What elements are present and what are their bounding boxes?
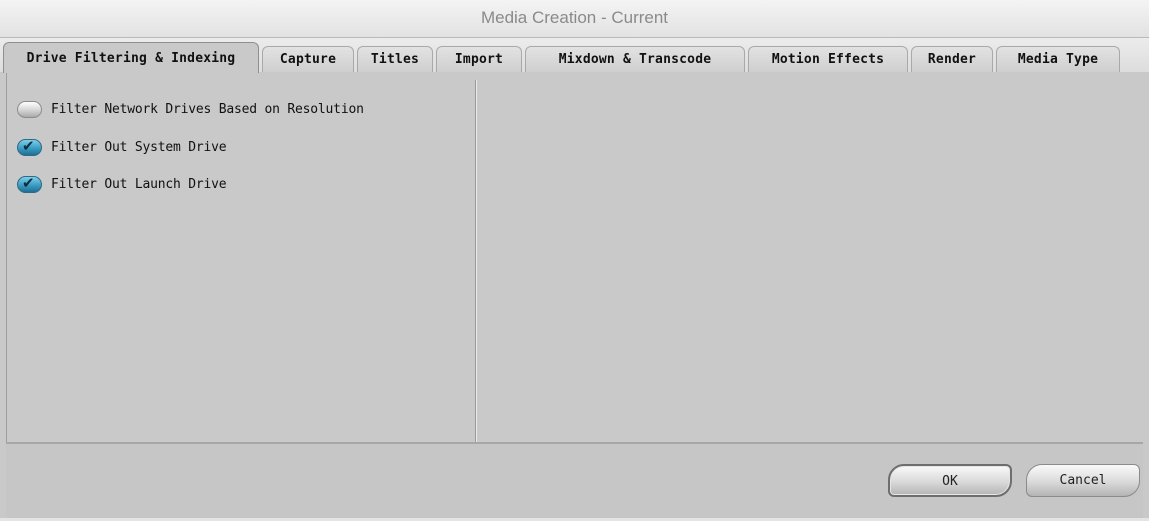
option-filter-launch-drive[interactable]: ✔ Filter Out Launch Drive (17, 173, 227, 195)
tab-media-type[interactable]: Media Type (996, 46, 1120, 72)
media-creation-dialog: Media Creation - Current Drive Filtering… (0, 0, 1149, 521)
filter-system-drive-checkbox[interactable]: ✔ (17, 136, 42, 156)
panel-divider (475, 80, 477, 442)
tab-strip: Drive Filtering & Indexing Capture Title… (0, 38, 1149, 73)
tab-drive-filtering-indexing[interactable]: Drive Filtering & Indexing (3, 42, 259, 73)
filter-network-drives-checkbox[interactable] (17, 100, 42, 118)
window-title: Media Creation - Current (480, 8, 669, 27)
tab-render[interactable]: Render (911, 46, 993, 72)
drive-filtering-panel: Filter Network Drives Based on Resolutio… (6, 72, 1144, 442)
tab-titles[interactable]: Titles (357, 46, 433, 72)
tab-motion-effects[interactable]: Motion Effects (748, 46, 908, 72)
ok-button[interactable]: OK (888, 464, 1012, 497)
option-filter-network-drives[interactable]: Filter Network Drives Based on Resolutio… (17, 98, 364, 120)
option-label: Filter Out System Drive (51, 139, 227, 155)
checkmark-icon: ✔ (22, 136, 35, 155)
cancel-button[interactable]: Cancel (1026, 464, 1140, 497)
filter-launch-drive-checkbox[interactable]: ✔ (17, 173, 42, 193)
button-bar: OK Cancel (6, 442, 1143, 518)
checkmark-icon: ✔ (22, 173, 35, 192)
option-filter-system-drive[interactable]: ✔ Filter Out System Drive (17, 136, 227, 158)
title-bar[interactable]: Media Creation - Current (0, 0, 1149, 38)
option-label: Filter Network Drives Based on Resolutio… (51, 101, 364, 117)
tab-import[interactable]: Import (436, 46, 522, 72)
tab-capture[interactable]: Capture (262, 46, 354, 72)
tab-mixdown-transcode[interactable]: Mixdown & Transcode (525, 46, 745, 72)
option-label: Filter Out Launch Drive (51, 176, 227, 192)
